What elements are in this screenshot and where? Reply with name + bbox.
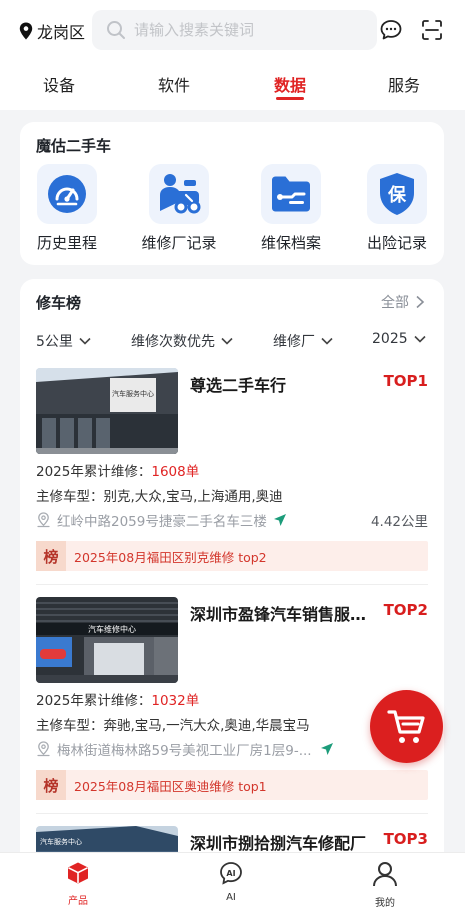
service-history-mileage[interactable]: 历史里程 bbox=[22, 164, 112, 253]
award-text: 2025年08月福田区别克维修 top2 bbox=[74, 549, 267, 565]
filter-label: 2025 bbox=[372, 331, 408, 347]
view-all-label: 全部 bbox=[381, 295, 409, 311]
shop-address: 梅林街道梅林路59号美视工业厂房1层9-... bbox=[57, 743, 312, 759]
insurance-shield-icon: 保 bbox=[367, 164, 427, 224]
ranking-badge-icon: 榜 bbox=[36, 541, 66, 571]
search-bar[interactable] bbox=[92, 10, 377, 50]
shop-distance: 4.42公里 bbox=[370, 514, 428, 530]
award-text: 2025年08月福田区奥迪维修 top1 bbox=[74, 778, 267, 794]
filter-label: 5公里 bbox=[36, 334, 73, 350]
chevron-down-icon bbox=[321, 337, 333, 345]
shop-address-row[interactable]: 梅林街道梅林路59号美视工业厂房1层9-... bbox=[36, 739, 334, 759]
sort-filter[interactable]: 维修次数优先 bbox=[131, 331, 233, 351]
shop-address: 红岭中路2059号捷豪二手名车三楼 bbox=[57, 514, 267, 530]
location-selector[interactable]: 龙岗区 bbox=[18, 19, 85, 43]
nav-ai[interactable]: AI AI bbox=[191, 861, 271, 903]
card-title: 魔估二手车 bbox=[36, 137, 112, 155]
search-input[interactable] bbox=[134, 21, 354, 39]
divider bbox=[36, 584, 428, 585]
ranking-title: 修车榜 bbox=[36, 294, 82, 312]
view-all-link[interactable]: 全部 bbox=[381, 292, 426, 312]
shop-type-filter[interactable]: 维修厂 bbox=[273, 331, 333, 351]
maintenance-folder-icon bbox=[261, 164, 321, 224]
service-insurance-records[interactable]: 保 出险记录 bbox=[352, 164, 442, 253]
tab-data[interactable]: 数据 bbox=[274, 72, 306, 96]
distance-filter[interactable]: 5公里 bbox=[36, 331, 91, 351]
repair-count: 2025年累计维修：1032单 bbox=[36, 689, 199, 709]
shop-name[interactable]: 深圳市捌拾捌汽车修配厂 bbox=[190, 830, 380, 854]
tab-services[interactable]: 服务 bbox=[388, 72, 420, 96]
repair-count-value: 1032单 bbox=[151, 693, 200, 709]
chevron-down-icon bbox=[414, 335, 426, 343]
shop-name[interactable]: 尊选二手车行 bbox=[190, 372, 380, 396]
cart-button[interactable] bbox=[370, 690, 443, 763]
ranking-badge-icon: 榜 bbox=[36, 770, 66, 800]
shop-photo[interactable]: 汽车服务中心 bbox=[36, 368, 178, 454]
mileage-icon bbox=[37, 164, 97, 224]
category-tabs: 设备 软件 数据 服务 bbox=[0, 68, 465, 100]
nav-products[interactable]: 产品 bbox=[38, 861, 118, 907]
shop-sign-text: 汽车服务中心 bbox=[40, 837, 82, 846]
service-repair-shop-records[interactable]: 维修厂记录 bbox=[134, 164, 224, 253]
chevron-down-icon bbox=[79, 337, 91, 345]
ranking-award-banner[interactable]: 榜 2025年08月福田区奥迪维修 top1 bbox=[36, 770, 428, 800]
filter-label: 维修厂 bbox=[273, 334, 315, 350]
repair-count-label: 2025年累计维修： bbox=[36, 693, 152, 709]
service-label: 出险记录 bbox=[366, 234, 427, 252]
repair-count: 2025年累计维修：1608单 bbox=[36, 460, 199, 480]
rank-badge: TOP3 bbox=[383, 830, 428, 848]
search-icon bbox=[107, 21, 125, 39]
navigate-arrow-icon[interactable] bbox=[273, 513, 287, 527]
divider bbox=[36, 813, 428, 814]
shop-address-row[interactable]: 红岭中路2059号捷豪二手名车三楼 bbox=[36, 510, 287, 530]
ranking-award-banner[interactable]: 榜 2025年08月福田区别克维修 top2 bbox=[36, 541, 428, 571]
tab-devices[interactable]: 设备 bbox=[43, 72, 75, 96]
shopping-cart-icon bbox=[386, 709, 425, 743]
rank-badge: TOP1 bbox=[383, 372, 428, 390]
location-label: 龙岗区 bbox=[37, 23, 86, 42]
active-tab-indicator bbox=[276, 97, 304, 100]
main-models: 主修车型：奔驰,宝马,一汽大众,奥迪,华晨宝马 bbox=[36, 718, 310, 734]
repair-shop-icon bbox=[149, 164, 209, 224]
nav-profile[interactable]: 我的 bbox=[345, 861, 425, 909]
bottom-nav: 产品 AI AI 我的 bbox=[0, 852, 465, 919]
nav-label: 产品 bbox=[68, 896, 88, 907]
nav-label: AI bbox=[226, 892, 236, 903]
user-icon bbox=[373, 862, 397, 887]
scan-icon[interactable] bbox=[420, 18, 444, 42]
used-car-evaluation-card: 魔估二手车 历史里程 维修厂记录 维保档案 保 出险记录 bbox=[20, 122, 444, 265]
insurance-icon-char: 保 bbox=[387, 184, 407, 206]
service-label: 维修厂记录 bbox=[141, 234, 217, 252]
service-label: 历史里程 bbox=[36, 234, 97, 252]
rank-badge: TOP2 bbox=[383, 601, 428, 619]
shop-photo[interactable]: 汽车维修中心 bbox=[36, 597, 178, 683]
navigate-arrow-icon[interactable] bbox=[320, 742, 334, 756]
address-pin-icon bbox=[37, 512, 50, 528]
shop-name[interactable]: 深圳市盈锋汽车销售服务有限公司 bbox=[190, 601, 380, 625]
shop-sign-text: 汽车服务中心 bbox=[112, 389, 154, 398]
shop-sign-text: 汽车维修中心 bbox=[88, 624, 136, 634]
ai-icon: AI bbox=[220, 862, 242, 885]
year-filter[interactable]: 2025 bbox=[372, 331, 426, 347]
message-icon[interactable] bbox=[379, 18, 403, 42]
chevron-down-icon bbox=[221, 337, 233, 345]
chevron-right-icon bbox=[416, 295, 425, 309]
product-cube-icon bbox=[68, 862, 88, 884]
repair-ranking-card: 修车榜 全部 5公里 维修次数优先 维修厂 2025 汽车服务中心 尊选二手车行… bbox=[20, 279, 444, 919]
repair-count-value: 1608单 bbox=[151, 464, 200, 480]
filter-label: 维修次数优先 bbox=[131, 334, 215, 350]
repair-count-label: 2025年累计维修： bbox=[36, 464, 152, 480]
service-label: 维保档案 bbox=[260, 234, 321, 252]
location-pin-icon bbox=[19, 22, 33, 40]
main-models: 主修车型：别克,大众,宝马,上海通用,奥迪 bbox=[36, 489, 283, 505]
address-pin-icon bbox=[37, 741, 50, 757]
tab-software[interactable]: 软件 bbox=[158, 72, 190, 96]
service-maintenance-archive[interactable]: 维保档案 bbox=[246, 164, 336, 253]
ai-icon-text: AI bbox=[226, 869, 235, 878]
nav-label: 我的 bbox=[375, 898, 395, 909]
top-header: 龙岗区 设备 软件 数据 服务 bbox=[0, 0, 465, 110]
